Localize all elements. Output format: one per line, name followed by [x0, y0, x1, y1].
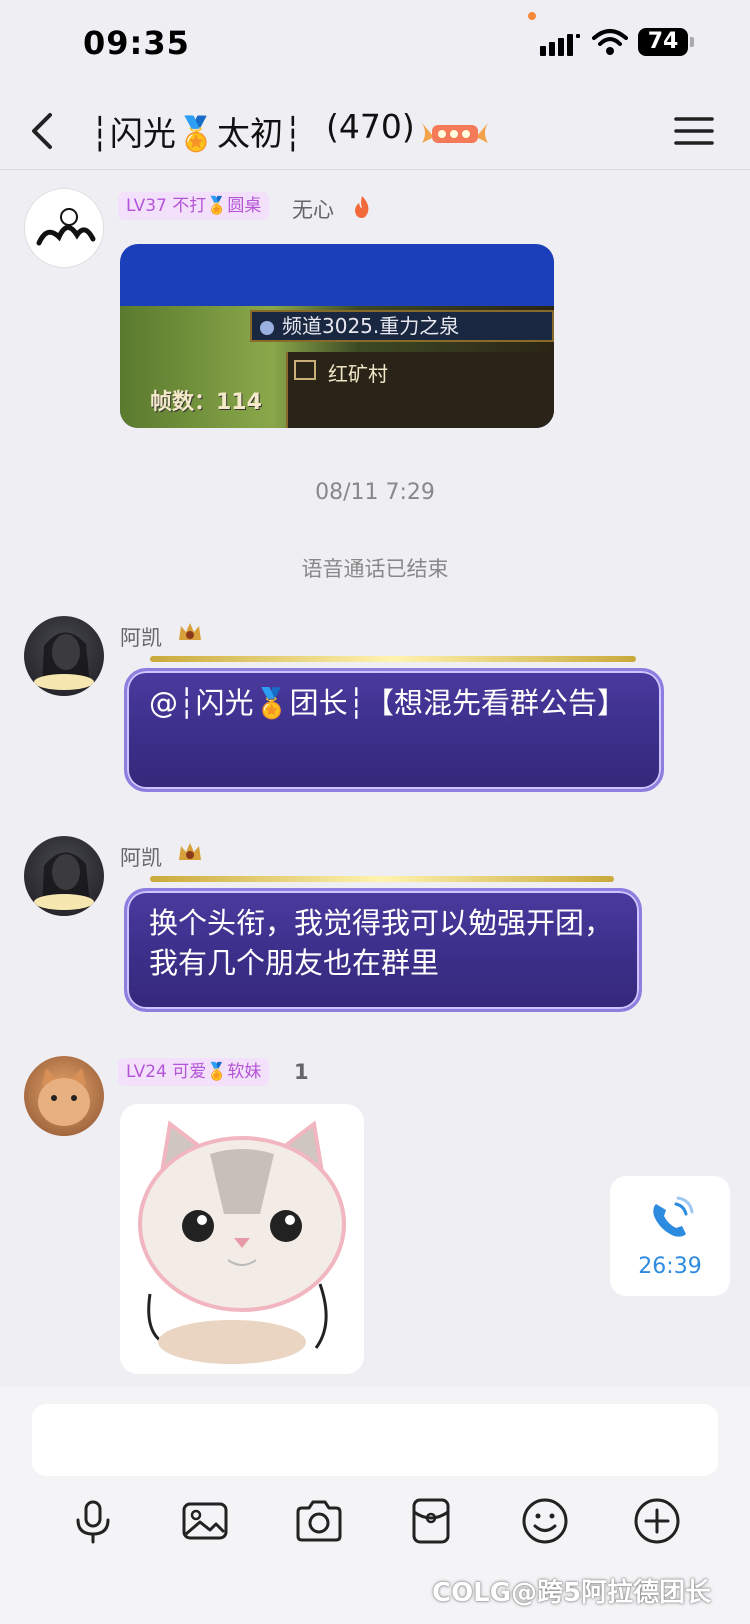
crown-badge-icon [179, 843, 201, 860]
avatar-akai-icon [34, 632, 94, 690]
sender-name[interactable]: 阿凯 [120, 842, 162, 872]
bubble-decoration [150, 876, 614, 882]
mic-icon[interactable] [68, 1496, 118, 1546]
avatar[interactable] [24, 836, 104, 916]
camera-icon[interactable] [294, 1496, 344, 1546]
member-count[interactable]: (470) [326, 107, 415, 146]
sender-name[interactable]: 阿凯 [120, 622, 162, 652]
avatar-akai-icon [34, 852, 94, 910]
sender-name[interactable]: 无心 [292, 194, 334, 224]
message-input[interactable] [32, 1404, 718, 1476]
fire-icon [355, 196, 369, 218]
game-screenshot-image[interactable]: 频道3025.重力之泉 红矿村 帧数：114 [120, 244, 554, 428]
bubble-decoration [150, 656, 636, 662]
level-tag: LV24 可爱🏅软妹 [118, 1058, 270, 1086]
channel-label: 频道3025.重力之泉 [250, 310, 554, 342]
avatar[interactable] [24, 1056, 104, 1136]
menu-icon[interactable] [672, 105, 716, 157]
avatar[interactable] [24, 188, 104, 268]
chat-header: ┆闪光🏅太初┆ (470) [0, 95, 750, 170]
watermark: COLG@跨5阿拉德团长 [432, 1578, 712, 1608]
chat-title[interactable]: ┆闪光🏅太初┆ [90, 107, 303, 155]
status-time: 09:35 [83, 24, 190, 62]
system-notice: 语音通话已结束 [301, 557, 449, 581]
call-duration: 26:39 [638, 1254, 702, 1279]
back-icon[interactable] [24, 105, 64, 157]
wifi-icon [592, 29, 628, 55]
voice-call-card[interactable]: 26:39 [610, 1176, 730, 1296]
red-packet-icon[interactable] [406, 1496, 456, 1546]
emoji-icon[interactable] [520, 1496, 570, 1546]
cat-sticker-icon [138, 1120, 346, 1364]
map-label: 红矿村 [286, 352, 554, 428]
level-tag: LV37 不打🏅圆桌 [118, 192, 270, 220]
cat-sticker-image[interactable] [120, 1104, 364, 1374]
yyds-badge-icon [422, 123, 488, 143]
recording-dot-icon [528, 12, 536, 20]
message-bubble[interactable]: @┆闪光🏅团长┆【想混先看群公告】 [124, 668, 664, 792]
signal-icon [540, 34, 580, 56]
sender-name[interactable]: 1 [294, 1060, 309, 1084]
phone-call-icon [653, 1196, 694, 1237]
avatar[interactable] [24, 616, 104, 696]
timestamp: 08/11 7:29 [315, 480, 435, 505]
crown-badge-icon [179, 623, 201, 640]
avatar-cat-icon [38, 1068, 90, 1126]
battery-level: 74 [638, 28, 688, 56]
fps-label: 帧数：114 [150, 390, 262, 415]
message-bubble[interactable]: 换个头衔，我觉得我可以勉强开团，我有几个朋友也在群里 [124, 888, 642, 1012]
plus-icon[interactable] [632, 1496, 682, 1546]
input-area: COLG@跨5阿拉德团长 [0, 1386, 750, 1624]
image-icon[interactable] [180, 1496, 230, 1546]
battery-icon: 74 [638, 28, 694, 56]
avatar-wuxin-icon [25, 189, 103, 267]
status-bar: 09:35 74 [0, 0, 750, 95]
